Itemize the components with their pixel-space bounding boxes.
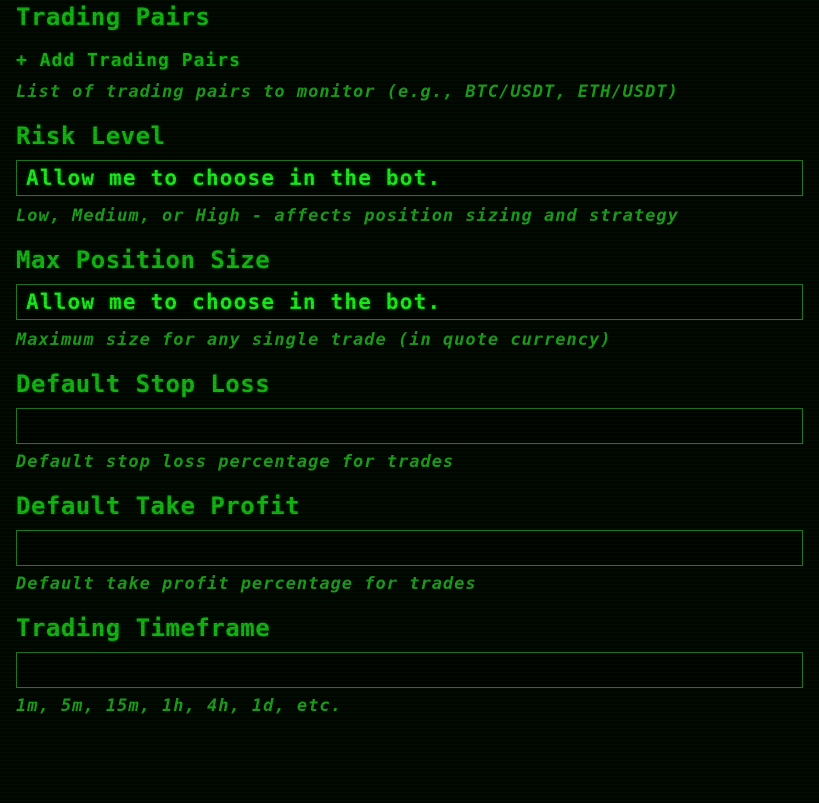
section-max-position-size: Max Position Size Allow me to choose in … [16, 243, 803, 351]
page-title: Trading Pairs [16, 3, 211, 31]
max-position-size-value: Allow me to choose in the bot. [26, 290, 442, 314]
section-risk-level: Risk Level Allow me to choose in the bot… [16, 119, 803, 227]
section-default-take-profit: Default Take Profit Default take profit … [16, 489, 803, 595]
trading-timeframe-input[interactable] [16, 652, 803, 688]
risk-level-input[interactable]: Allow me to choose in the bot. [16, 160, 803, 196]
label-trading-timeframe: Trading Timeframe [16, 614, 271, 642]
section-trading-timeframe: Trading Timeframe 1m, 5m, 15m, 1h, 4h, 1… [16, 611, 803, 717]
help-text-trading-pairs: List of trading pairs to monitor (e.g., … [16, 82, 679, 102]
label-risk-level: Risk Level [16, 122, 166, 150]
default-stop-loss-input[interactable] [16, 408, 803, 444]
max-position-size-input[interactable]: Allow me to choose in the bot. [16, 284, 803, 320]
default-take-profit-input[interactable] [16, 530, 803, 566]
label-default-take-profit: Default Take Profit [16, 492, 301, 520]
help-text-max-position-size: Maximum size for any single trade (in qu… [16, 330, 612, 350]
label-max-position-size: Max Position Size [16, 246, 271, 274]
help-text-trading-timeframe: 1m, 5m, 15m, 1h, 4h, 1d, etc. [16, 696, 342, 716]
label-default-stop-loss: Default Stop Loss [16, 370, 271, 398]
risk-level-value: Allow me to choose in the bot. [26, 166, 442, 190]
help-text-default-take-profit: Default take profit percentage for trade… [16, 574, 477, 594]
section-default-stop-loss: Default Stop Loss Default stop loss perc… [16, 367, 803, 473]
add-trading-pairs-button[interactable]: + Add Trading Pairs [16, 50, 241, 72]
help-text-default-stop-loss: Default stop loss percentage for trades [16, 452, 455, 472]
settings-form: Trading Pairs + Add Trading Pairs List o… [0, 0, 819, 803]
section-trading-pairs: Trading Pairs + Add Trading Pairs List o… [16, 0, 803, 103]
help-text-risk-level: Low, Medium, or High - affects position … [16, 206, 679, 226]
